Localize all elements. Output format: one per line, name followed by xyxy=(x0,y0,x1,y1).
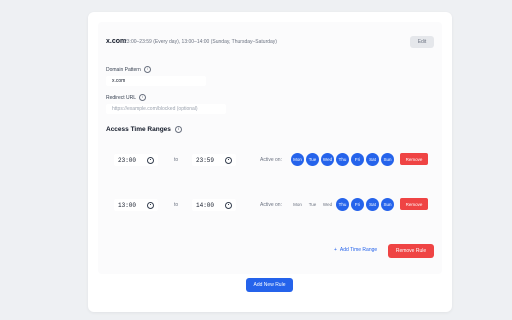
day-toggle-fri[interactable]: Fri xyxy=(351,198,364,211)
rule-schedule-summary: 23:00–23:59 (Every day), 13:00–14:00 (Su… xyxy=(124,39,277,45)
end-time-value: 23:59 xyxy=(196,156,215,164)
end-time-input[interactable]: 14:00 xyxy=(192,199,236,211)
clock-icon[interactable] xyxy=(225,201,232,209)
clock-icon[interactable] xyxy=(147,156,154,164)
rules-card: x.com 23:00–23:59 (Every day), 13:00–14:… xyxy=(88,12,452,312)
day-toggle-tue[interactable]: Tue xyxy=(306,198,319,211)
day-toggle-wed[interactable]: Wed xyxy=(321,153,334,166)
start-time-value: 13:00 xyxy=(118,201,137,209)
day-toggle-thu[interactable]: Thu xyxy=(336,198,349,211)
plus-icon: + xyxy=(334,247,337,253)
remove-range-button[interactable]: Remove xyxy=(400,198,428,210)
start-time-input[interactable]: 13:00 xyxy=(114,199,158,211)
domain-pattern-label-text: Domain Pattern xyxy=(106,66,141,73)
access-time-ranges-title: Access Time Ranges i xyxy=(106,126,182,133)
remove-rule-button[interactable]: Remove Rule xyxy=(388,244,434,258)
redirect-url-label: Redirect URL i xyxy=(106,94,147,101)
end-time-input[interactable]: 23:59 xyxy=(192,154,236,166)
active-on-label: Active on: xyxy=(260,157,282,163)
day-toggle-mon[interactable]: Mon xyxy=(291,153,304,166)
redirect-url-label-text: Redirect URL xyxy=(106,94,137,101)
day-toggle-wed[interactable]: Wed xyxy=(321,198,334,211)
add-new-rule-button[interactable]: Add New Rule xyxy=(246,278,293,292)
clock-icon[interactable] xyxy=(147,201,154,209)
remove-range-button[interactable]: Remove xyxy=(400,153,428,165)
to-label: to xyxy=(174,202,179,208)
start-time-value: 23:00 xyxy=(118,156,137,164)
day-toggle-fri[interactable]: Fri xyxy=(351,153,364,166)
domain-pattern-label: Domain Pattern i xyxy=(106,66,151,73)
edit-button[interactable]: Edit xyxy=(410,36,434,48)
day-toggle-sun[interactable]: Sun xyxy=(381,198,394,211)
redirect-url-input[interactable]: https://example.com/blocked (optional) xyxy=(106,104,226,114)
info-icon[interactable]: i xyxy=(143,66,151,73)
day-toggle-mon[interactable]: Mon xyxy=(291,198,304,211)
start-time-input[interactable]: 23:00 xyxy=(114,154,158,166)
day-toggle-sun[interactable]: Sun xyxy=(381,153,394,166)
day-toggle-sat[interactable]: Sat xyxy=(366,153,379,166)
active-on-label: Active on: xyxy=(260,202,282,208)
rule-panel: x.com 23:00–23:59 (Every day), 13:00–14:… xyxy=(98,22,442,274)
info-icon[interactable]: i xyxy=(174,126,182,133)
clock-icon[interactable] xyxy=(225,156,232,164)
add-time-range-label: Add Time Range xyxy=(339,247,378,253)
domain-pattern-input[interactable]: x.com xyxy=(106,76,206,86)
info-icon[interactable]: i xyxy=(139,94,147,101)
to-label: to xyxy=(174,157,179,163)
day-toggle-tue[interactable]: Tue xyxy=(306,153,319,166)
day-toggle-thu[interactable]: Thu xyxy=(336,153,349,166)
add-time-range-button[interactable]: + Add Time Range xyxy=(334,247,377,253)
day-toggle-sat[interactable]: Sat xyxy=(366,198,379,211)
end-time-value: 14:00 xyxy=(196,201,215,209)
access-time-ranges-text: Access Time Ranges xyxy=(106,126,171,133)
